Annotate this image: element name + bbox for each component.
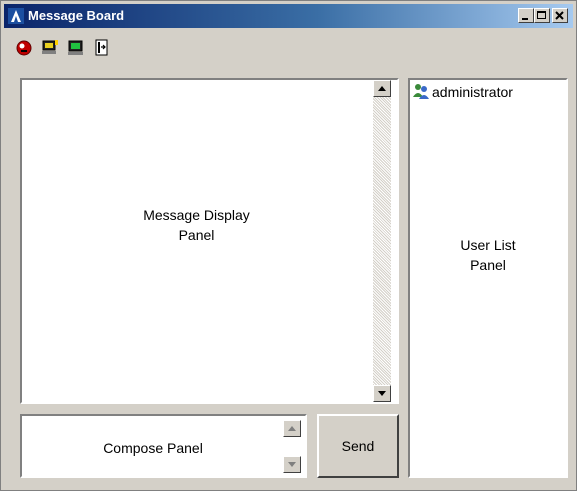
user-icon [412,82,430,100]
message-display-label-line2: Panel [178,227,215,243]
message-display-panel[interactable]: Message Display Panel [20,78,399,404]
minimize-icon [522,18,528,20]
message-board-window: Message Board Message Display Panel Comp… [0,0,577,491]
compose-label: Compose Panel [103,440,203,456]
compose-scrollbar[interactable] [283,416,301,476]
connect-icon[interactable] [41,39,59,57]
scroll-down-button[interactable] [373,385,391,402]
user-name: administrator [432,84,513,100]
maximize-icon [537,11,546,19]
user-list-label-line2: Panel [470,257,506,273]
compose-scroll-down-button[interactable] [283,456,301,473]
exit-icon[interactable] [93,39,111,57]
message-display-scrollbar[interactable] [373,80,391,402]
message-display-label-line1: Message Display [143,207,250,223]
arrow-down-icon [378,391,386,396]
close-icon [555,11,564,20]
arrow-up-icon [378,86,386,91]
user-list-panel[interactable]: administrator User List Panel [408,78,568,478]
compose-panel[interactable]: Compose Panel [20,414,307,478]
window-title: Message Board [28,8,125,23]
compose-scroll-up-button[interactable] [283,420,301,437]
user-list-label-line1: User List [460,237,516,253]
send-button[interactable]: Send [317,414,399,478]
arrow-up-icon [288,426,296,431]
app-icon [8,8,24,24]
arrow-down-icon [288,462,296,467]
close-button[interactable] [552,8,568,23]
disconnect-icon[interactable] [15,39,33,57]
title-bar[interactable]: Message Board [4,4,573,28]
monitor-icon[interactable] [67,39,85,57]
maximize-button[interactable] [534,8,550,23]
scroll-up-button[interactable] [373,80,391,97]
minimize-button[interactable] [518,8,534,23]
